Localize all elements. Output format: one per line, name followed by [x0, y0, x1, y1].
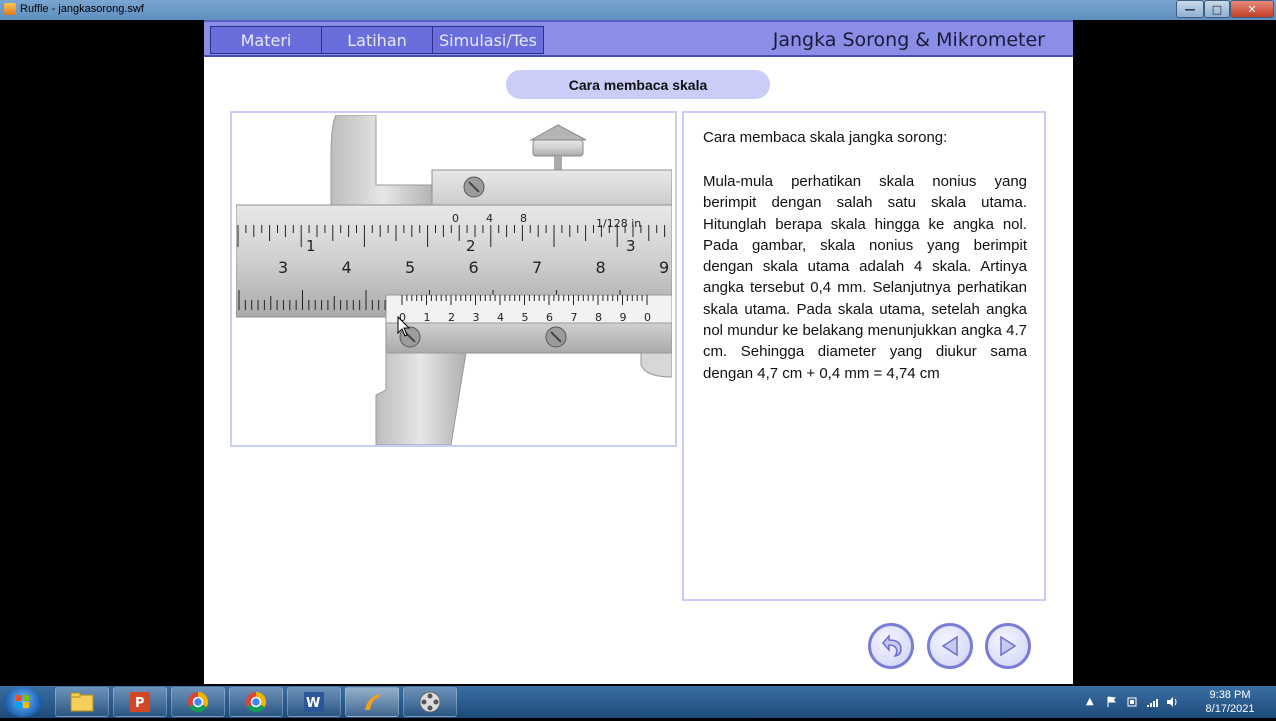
taskbar-word[interactable]: W [287, 687, 341, 717]
taskbar-chrome-1[interactable] [171, 687, 225, 717]
nonius-scale-number: 7 [571, 311, 578, 324]
cm-scale-number: 4 [342, 258, 352, 277]
window-title: Ruffle - jangkasorong.swf [20, 3, 144, 15]
back-button[interactable] [868, 623, 914, 669]
minimize-button[interactable]: — [1176, 0, 1204, 18]
maximize-icon: □ [1211, 2, 1223, 16]
return-arrow-icon [882, 633, 902, 658]
cm-scale-number: 9 [659, 258, 669, 277]
clock[interactable]: 9:38 PM 8/17/2021 [1195, 688, 1265, 716]
app-window: Ruffle - jangkasorong.swf — □ ✕ Materi L… [0, 0, 1276, 686]
nonius-scale-number: 4 [497, 311, 504, 324]
system-tray: ▲ [1086, 692, 1178, 712]
cm-scale-number: 7 [532, 258, 542, 277]
windows-logo-icon [16, 695, 29, 708]
app-title: Jangka Sorong & Mikrometer [772, 29, 1045, 51]
inch-nonius-number: 0 [452, 212, 459, 225]
volume-icon[interactable] [1166, 696, 1178, 708]
cm-scale-number: 6 [469, 258, 479, 277]
close-button[interactable]: ✕ [1230, 0, 1274, 18]
taskbar-ruffle[interactable] [345, 687, 399, 717]
nonius-scale-number: 8 [595, 311, 602, 324]
cm-scale-number: 3 [278, 258, 288, 277]
nonius-scale-number: 9 [620, 311, 627, 324]
ruffle-icon [365, 694, 380, 710]
minimize-icon: — [1184, 2, 1196, 16]
inch-scale-number: 3 [626, 237, 636, 255]
nonius-scale-number: 5 [522, 311, 529, 324]
flash-stage: Materi Latihan Simulasi/Tes Jangka Soron… [204, 20, 1073, 684]
word-icon: W [304, 692, 324, 712]
explanation-panel: Cara membaca skala jangka sorong: Mula-m… [682, 111, 1046, 601]
action-center-flag-icon[interactable] [1106, 696, 1118, 708]
triangle-right-icon [1000, 635, 1017, 657]
next-button[interactable] [985, 623, 1031, 669]
tab-simulasi-tes[interactable]: Simulasi/Tes [432, 26, 544, 54]
screw-upper [463, 176, 485, 198]
triangle-left-icon [941, 635, 958, 657]
inch-unit-label: 1/128 in [596, 217, 641, 230]
vernier-caliper-illustration: 1 2 30 4 8 3456789 01234567890 1/128 in [236, 115, 672, 445]
clock-date: 8/17/2021 [1205, 703, 1255, 715]
inch-nonius-number: 8 [520, 212, 527, 225]
media-icon [419, 691, 441, 713]
section-title: Cara membaca skala [506, 70, 770, 99]
taskbar-powerpoint[interactable]: P [113, 687, 167, 717]
cm-scale-number: 8 [596, 258, 606, 277]
tab-materi[interactable]: Materi [210, 26, 322, 54]
nonius-scale-number: 0 [644, 311, 651, 324]
inch-scale-number: 2 [466, 237, 476, 255]
previous-button[interactable] [927, 623, 973, 669]
start-button[interactable] [4, 687, 42, 717]
device-icon[interactable] [1126, 696, 1138, 708]
chrome-icon [246, 691, 267, 713]
cm-scale-number: 5 [405, 258, 415, 277]
tab-latihan[interactable]: Latihan [321, 26, 433, 54]
inch-nonius-number: 4 [486, 212, 493, 225]
inch-scale-number: 1 [306, 237, 316, 255]
taskbar-media[interactable] [403, 687, 457, 717]
explanation-body: Mula-mula perhatikan skala nonius yang b… [703, 173, 1027, 382]
taskbar: P W ▲ 9:38 PM 8/17/2021 [0, 686, 1276, 718]
caliper-image-panel: 123048 3456789 01234567890 1/128 in [230, 111, 677, 447]
chrome-icon [188, 691, 209, 713]
show-hidden-icons-icon[interactable]: ▲ [1086, 696, 1098, 708]
clock-time: 9:38 PM [1209, 689, 1251, 701]
powerpoint-icon: P [130, 692, 150, 712]
screw-lower-right [545, 326, 567, 348]
svg-text:W: W [306, 696, 320, 711]
close-icon: ✕ [1247, 2, 1257, 16]
nonius-scale-number: 6 [546, 311, 553, 324]
taskbar-chrome-2[interactable] [229, 687, 283, 717]
nonius-scale-number: 2 [448, 311, 455, 324]
nonius-scale-number: 3 [473, 311, 480, 324]
nonius-scale-number: 1 [424, 311, 431, 324]
ruffle-icon [4, 3, 16, 15]
top-navigation: Materi Latihan Simulasi/Tes Jangka Soron… [204, 20, 1073, 57]
svg-text:P: P [135, 696, 145, 711]
taskbar-file-explorer[interactable] [55, 687, 109, 717]
file-explorer-icon [70, 692, 94, 712]
network-signal-icon[interactable] [1146, 696, 1158, 708]
title-bar: Ruffle - jangkasorong.swf — □ ✕ [0, 0, 1276, 20]
maximize-button[interactable]: □ [1204, 0, 1230, 18]
explanation-heading: Cara membaca skala jangka sorong: [703, 129, 948, 146]
